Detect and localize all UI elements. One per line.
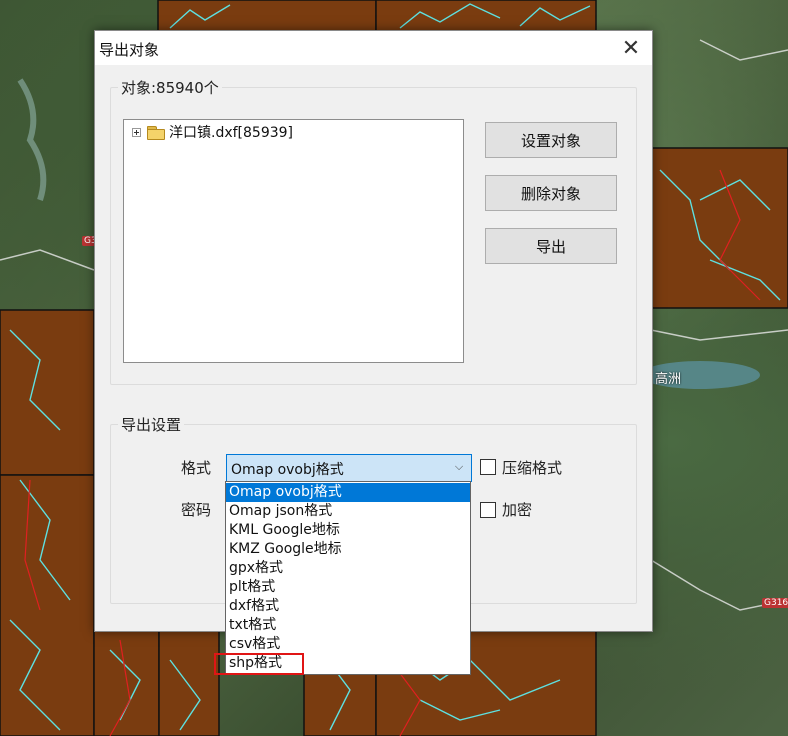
export-button[interactable]: 导出 xyxy=(485,228,617,264)
format-option[interactable]: Omap json格式 xyxy=(226,502,470,521)
parcel xyxy=(0,474,95,736)
format-option[interactable]: gpx格式 xyxy=(226,559,470,578)
format-option[interactable]: plt格式 xyxy=(226,578,470,597)
folder-icon xyxy=(147,125,165,140)
format-option[interactable]: KMZ Google地标 xyxy=(226,540,470,559)
parcel xyxy=(157,0,377,33)
objects-count-label: 对象:85940个 xyxy=(118,77,222,98)
encrypt-checkbox[interactable] xyxy=(480,502,496,518)
dialog-titlebar[interactable]: 导出对象 ✕ xyxy=(95,31,652,65)
export-settings-label: 导出设置 xyxy=(118,414,185,435)
password-label: 密码 xyxy=(181,501,212,519)
format-option[interactable]: dxf格式 xyxy=(226,597,470,616)
tree-node[interactable]: 洋口镇.dxf[85939] xyxy=(132,122,293,142)
close-icon[interactable]: ✕ xyxy=(616,34,646,62)
compress-checkbox[interactable] xyxy=(480,459,496,475)
tree-node-label: 洋口镇.dxf[85939] xyxy=(169,125,294,141)
encrypt-label: 加密 xyxy=(502,501,533,519)
set-objects-button[interactable]: 设置对象 xyxy=(485,122,617,158)
format-option[interactable]: KML Google地标 xyxy=(226,521,470,540)
delete-objects-button[interactable]: 删除对象 xyxy=(485,175,617,211)
format-option[interactable]: txt格式 xyxy=(226,616,470,635)
parcel xyxy=(158,629,220,736)
annotation-highlight-box xyxy=(214,653,304,675)
object-tree[interactable]: 洋口镇.dxf[85939] xyxy=(123,119,464,363)
parcel xyxy=(93,629,160,736)
format-dropdown-list[interactable]: Omap ovobj格式 Omap json格式 KML Google地标 KM… xyxy=(225,481,471,675)
road-shield: G316 xyxy=(762,598,788,608)
parcel xyxy=(375,0,597,33)
dialog-title: 导出对象 xyxy=(99,41,160,59)
format-option[interactable]: Omap ovobj格式 xyxy=(226,483,470,502)
format-select[interactable]: Omap ovobj格式 ⌵ xyxy=(226,454,472,482)
format-select-value: Omap ovobj格式 xyxy=(231,462,344,478)
parcel xyxy=(650,147,788,309)
compress-label: 压缩格式 xyxy=(502,459,563,477)
map-place-label: 高洲 xyxy=(655,372,682,387)
format-option[interactable]: csv格式 xyxy=(226,635,470,654)
expand-icon[interactable] xyxy=(132,127,141,137)
format-label: 格式 xyxy=(181,459,212,477)
chevron-down-icon[interactable]: ⌵ xyxy=(453,461,465,473)
